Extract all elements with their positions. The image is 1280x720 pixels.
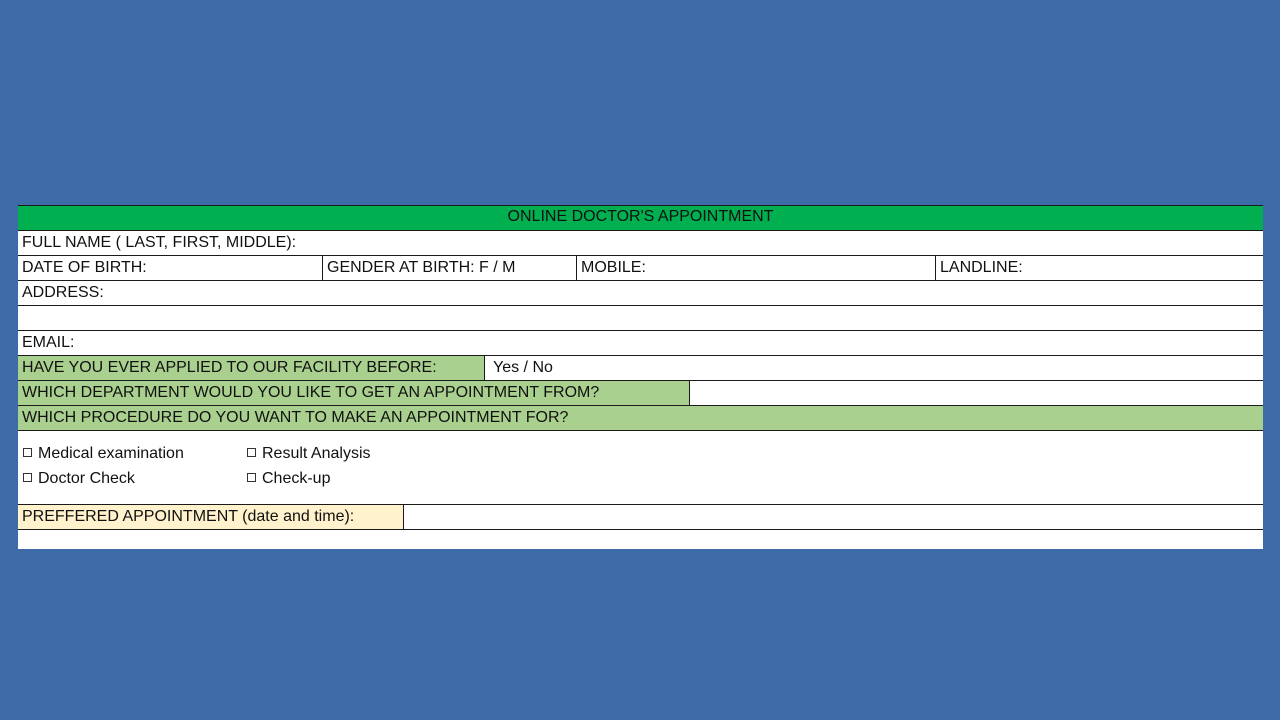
procedure-option[interactable]: Check-up	[247, 467, 330, 491]
procedure-option[interactable]: Result Analysis	[247, 442, 371, 466]
department-row: WHICH DEPARTMENT WOULD YOU LIKE TO GET A…	[18, 381, 1263, 405]
title-row: ONLINE DOCTOR'S APPOINTMENT	[18, 205, 1263, 230]
address-continuation-row[interactable]	[18, 306, 1263, 330]
procedure-row: WHICH PROCEDURE DO YOU WANT TO MAKE AN A…	[18, 406, 1263, 430]
department-answer-field[interactable]	[690, 381, 1263, 405]
applied-before-answer[interactable]: Yes / No	[485, 356, 1263, 380]
dob-field[interactable]: DATE OF BIRTH:	[18, 256, 322, 280]
checkbox-icon[interactable]	[247, 473, 256, 482]
applied-before-label: HAVE YOU EVER APPLIED TO OUR FACILITY BE…	[18, 356, 484, 380]
checkbox-icon[interactable]	[247, 448, 256, 457]
form-title: ONLINE DOCTOR'S APPOINTMENT	[18, 205, 1263, 230]
applied-before-row: HAVE YOU EVER APPLIED TO OUR FACILITY BE…	[18, 356, 1263, 380]
preferred-row: PREFFERED APPOINTMENT (date and time):	[18, 505, 1263, 529]
procedure-option[interactable]: Doctor Check	[23, 467, 135, 491]
procedure-label: WHICH PROCEDURE DO YOU WANT TO MAKE AN A…	[18, 406, 1263, 430]
email-row[interactable]: EMAIL:	[18, 331, 1263, 355]
address-row[interactable]: ADDRESS:	[18, 281, 1263, 305]
personal-info-row: DATE OF BIRTH: GENDER AT BIRTH: F / M MO…	[18, 256, 1263, 280]
appointment-form: ONLINE DOCTOR'S APPOINTMENT FULL NAME ( …	[18, 205, 1263, 549]
mobile-field[interactable]: MOBILE:	[577, 256, 935, 280]
preferred-label: PREFFERED APPOINTMENT (date and time):	[18, 505, 403, 529]
checkbox-icon[interactable]	[23, 448, 32, 457]
landline-field[interactable]: LANDLINE:	[936, 256, 1263, 280]
department-label: WHICH DEPARTMENT WOULD YOU LIKE TO GET A…	[18, 381, 689, 405]
full-name-label: FULL NAME ( LAST, FIRST, MIDDLE):	[22, 234, 297, 251]
preferred-answer-field[interactable]	[404, 505, 1263, 529]
procedure-options: Medical examination Result Analysis Doct…	[18, 431, 1263, 504]
address-label: ADDRESS:	[22, 284, 104, 301]
full-name-row[interactable]: FULL NAME ( LAST, FIRST, MIDDLE):	[18, 231, 1263, 255]
gender-field[interactable]: GENDER AT BIRTH: F / M	[323, 256, 576, 280]
email-label: EMAIL:	[22, 334, 75, 351]
procedure-option[interactable]: Medical examination	[23, 442, 184, 466]
checkbox-icon[interactable]	[23, 473, 32, 482]
blank-row	[18, 530, 1263, 549]
